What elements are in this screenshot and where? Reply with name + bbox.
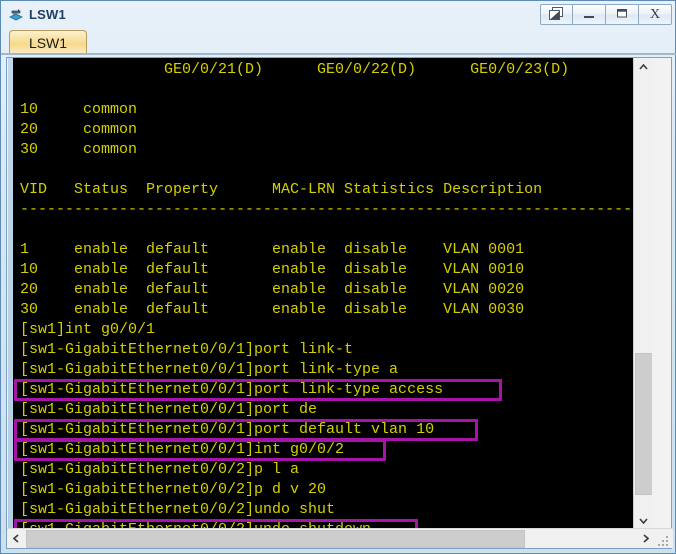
vertical-scrollbar[interactable]	[633, 58, 652, 529]
terminal-line: VID Status Property MAC-LRN Statistics D…	[20, 181, 543, 198]
scroll-left-icon[interactable]	[7, 529, 25, 548]
console-frame: GE0/0/21(D) GE0/0/22(D) GE0/0/23(D) 10 co…	[6, 57, 673, 549]
lsw1-console-window: LSW1 X LSW1 GE0/0/21(D) GE0/0/22(D) GE0/…	[0, 0, 676, 554]
terminal-line: 10 common	[20, 101, 138, 118]
window-controls: X	[540, 4, 672, 25]
title-bar-left: LSW1	[1, 7, 66, 23]
horizontal-scrollbar[interactable]	[7, 528, 673, 548]
terminal-line: [sw1-GigabitEthernet0/0/2]p l a	[20, 461, 300, 478]
vertical-scroll-thumb[interactable]	[635, 353, 652, 495]
minimize-icon	[582, 8, 596, 22]
horizontal-scroll-thumb[interactable]	[26, 530, 525, 548]
resize-grip-icon[interactable]	[658, 533, 671, 546]
title-bar: LSW1 X	[1, 1, 676, 28]
terminal-line: 1 enable default enable disable VLAN 000…	[20, 241, 525, 258]
terminal-line: [sw1-GigabitEthernet0/0/1]int g0/0/2	[20, 441, 345, 458]
scroll-up-icon[interactable]	[634, 58, 652, 75]
close-button[interactable]: X	[639, 4, 672, 25]
restore-icon	[549, 6, 564, 23]
terminal-line: [sw1-GigabitEthernet0/0/2]undo shut	[20, 501, 336, 518]
scroll-down-icon[interactable]	[634, 512, 652, 529]
maximize-icon	[615, 7, 629, 22]
close-icon: X	[649, 6, 661, 22]
terminal-line: 10 enable default enable disable VLAN 00…	[20, 261, 525, 278]
terminal-line: [sw1]int g0/0/1	[20, 321, 156, 338]
terminal-line: 30 common	[20, 141, 138, 158]
window-title: LSW1	[29, 7, 66, 22]
terminal-line: 20 common	[20, 121, 138, 138]
scroll-right-icon[interactable]	[637, 529, 655, 548]
terminal-line: [sw1-GigabitEthernet0/0/1]port link-type…	[20, 381, 444, 398]
terminal-line: [sw1-GigabitEthernet0/0/1]port link-type…	[20, 361, 399, 378]
switch-icon	[8, 7, 24, 23]
terminal-line: ----------------------------------------…	[20, 201, 652, 218]
minimize-button[interactable]	[573, 4, 606, 25]
terminal-line: [sw1-GigabitEthernet0/0/1]port de	[20, 401, 318, 418]
terminal-line: 30 enable default enable disable VLAN 00…	[20, 301, 525, 318]
tab-label: LSW1	[28, 35, 68, 51]
terminal-line: [sw1-GigabitEthernet0/0/2]p d v 20	[20, 481, 327, 498]
terminal-line: [sw1-GigabitEthernet0/0/1]port link-t	[20, 341, 354, 358]
restore-down-button[interactable]	[540, 4, 573, 25]
tab-lsw1[interactable]: LSW1	[9, 30, 87, 55]
terminal-line: [sw1-GigabitEthernet0/0/1]port default v…	[20, 421, 435, 438]
terminal-text: GE0/0/21(D) GE0/0/22(D) GE0/0/23(D) 10 co…	[20, 60, 652, 529]
terminal-line: GE0/0/21(D) GE0/0/22(D) GE0/0/23(D)	[20, 61, 570, 78]
terminal-left-gutter	[8, 58, 13, 529]
maximize-button[interactable]	[606, 4, 639, 25]
terminal-output[interactable]: GE0/0/21(D) GE0/0/22(D) GE0/0/23(D) 10 co…	[8, 58, 652, 529]
terminal-line: 20 enable default enable disable VLAN 00…	[20, 281, 525, 298]
tab-underline	[1, 53, 676, 55]
tab-strip: LSW1	[1, 28, 676, 55]
